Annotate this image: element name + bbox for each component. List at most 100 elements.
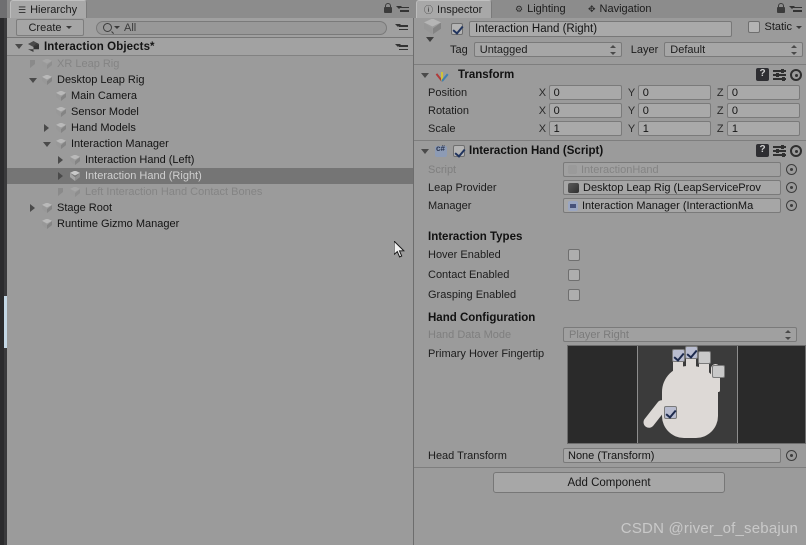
transform-y-field[interactable]: 0 (637, 85, 711, 100)
scene-context-menu-icon[interactable] (395, 42, 408, 51)
hierarchy-item[interactable]: Sensor Model (7, 104, 413, 120)
transform-x-field[interactable]: 0 (548, 85, 622, 100)
interaction-type-row: Contact Enabled (414, 266, 806, 283)
hierarchy-item[interactable]: Hand Models (7, 120, 413, 136)
head-transform-picker-icon[interactable] (786, 450, 797, 461)
gameobject-enabled-checkbox[interactable] (451, 22, 463, 35)
fingertip-checkbox-ring[interactable] (698, 351, 712, 364)
tab-lighting[interactable]: ⚙ Lighting (508, 0, 575, 18)
transform-row-label: Rotation (428, 104, 469, 117)
hierarchy-search[interactable]: All (96, 20, 387, 35)
inspector-menu-icon[interactable] (789, 4, 802, 13)
layer-dropdown[interactable]: Default (664, 42, 804, 57)
hierarchy-item-expand-arrow[interactable] (55, 156, 66, 164)
script-field-object-field[interactable]: InteractionHand (563, 162, 781, 177)
scene-root-row[interactable]: Interaction Objects* (7, 38, 413, 56)
inspector-lock-icon[interactable] (777, 3, 785, 13)
interaction-type-checkbox[interactable] (568, 268, 580, 281)
script-field-value: Interaction Manager (InteractionMa (582, 199, 754, 212)
tag-dropdown[interactable]: Untagged (473, 42, 622, 57)
head-transform-label: Head Transform (428, 449, 507, 462)
transform-y-field[interactable]: 0 (637, 103, 711, 118)
script-field-object-field[interactable]: Interaction Manager (InteractionMa (563, 198, 781, 213)
preset-icon[interactable] (773, 68, 786, 81)
interaction-type-label: Hover Enabled (428, 248, 501, 261)
gear-icon[interactable] (790, 68, 802, 81)
transform-z-field[interactable]: 1 (726, 121, 801, 136)
hierarchy-item[interactable]: Interaction Hand (Left) (7, 152, 413, 168)
gameobject-name-field[interactable]: Interaction Hand (Right) (469, 20, 732, 37)
hierarchy-item-expand-arrow[interactable] (41, 141, 52, 147)
unity-editor-window: ☰ Hierarchy Create All Interaction Objec… (0, 0, 806, 545)
interaction-type-checkbox[interactable] (568, 248, 580, 261)
csharp-script-icon (435, 144, 447, 157)
script-component-header[interactable]: Interaction Hand (Script) (414, 142, 806, 160)
hand-data-mode-dropdown[interactable]: Player Right (563, 327, 797, 342)
hierarchy-item[interactable]: Main Camera (7, 88, 413, 104)
hand-graphic-pane[interactable] (637, 346, 738, 443)
script-foldout-arrow[interactable] (421, 148, 429, 154)
hierarchy-item-expand-arrow[interactable] (55, 188, 66, 196)
gameobject-icon[interactable] (420, 17, 446, 42)
fingertip-checkbox-pinky[interactable] (712, 365, 726, 378)
hierarchy-item[interactable]: Runtime Gizmo Manager (7, 216, 413, 232)
hierarchy-item[interactable]: XR Leap Rig (7, 56, 413, 72)
scene-expand-arrow[interactable] (15, 44, 23, 49)
hierarchy-item[interactable]: Left Interaction Hand Contact Bones (7, 184, 413, 200)
hierarchy-search-menu-icon[interactable] (395, 22, 408, 31)
hierarchy-item-label: Left Interaction Hand Contact Bones (85, 186, 263, 198)
tab-navigation[interactable]: ✥ Navigation (581, 0, 661, 18)
hierarchy-item-expand-arrow[interactable] (27, 77, 38, 83)
script-field-picker-icon[interactable] (786, 200, 797, 211)
transform-x-field[interactable]: 1 (548, 121, 622, 136)
transform-x-field[interactable]: 0 (548, 103, 622, 118)
add-component-label: Add Component (567, 476, 651, 489)
head-transform-field[interactable]: None (Transform) (563, 448, 781, 463)
hierarchy-item-label: Sensor Model (71, 106, 139, 118)
hierarchy-item-expand-arrow[interactable] (55, 172, 66, 180)
script-component-title: Interaction Hand (Script) (469, 145, 604, 157)
fingertip-checkbox-thumb[interactable] (664, 406, 678, 419)
hierarchy-item-expand-arrow[interactable] (41, 124, 52, 132)
transform-component-header[interactable]: Transform (414, 66, 806, 84)
transform-icon (435, 69, 449, 82)
transform-z-field[interactable]: 0 (726, 103, 801, 118)
chevron-down-icon (65, 26, 72, 29)
transform-foldout-arrow[interactable] (421, 72, 429, 78)
static-checkbox[interactable] (748, 21, 761, 33)
lock-icon[interactable] (384, 3, 392, 13)
interaction-type-checkbox[interactable] (568, 288, 580, 301)
transform-z-field[interactable]: 0 (726, 85, 801, 100)
transform-row: Scale X 1 Y 1 Z 1 (414, 120, 806, 137)
hierarchy-item[interactable]: Interaction Hand (Right) (7, 168, 413, 184)
hierarchy-item[interactable]: Interaction Manager (7, 136, 413, 152)
hierarchy-item[interactable]: Stage Root (7, 200, 413, 216)
tab-inspector-label: Inspector (437, 4, 483, 16)
info-icon: ⓘ (424, 4, 434, 15)
hierarchy-item-expand-arrow[interactable] (27, 60, 38, 68)
script-gear-icon[interactable] (790, 144, 802, 157)
hierarchy-menu-icon[interactable] (396, 4, 409, 13)
static-dropdown-chevron-icon[interactable] (796, 25, 802, 29)
create-button[interactable]: Create (16, 19, 84, 36)
transform-y-field[interactable]: 1 (637, 121, 711, 136)
head-transform-value: None (Transform) (568, 449, 655, 462)
script-field-object-field[interactable]: Desktop Leap Rig (LeapServiceProv (563, 180, 781, 195)
add-component-button[interactable]: Add Component (493, 472, 725, 493)
fingertip-picker-widget[interactable] (567, 345, 806, 444)
hierarchy-item-expand-arrow[interactable] (27, 204, 38, 212)
primary-hover-fingertip-label: Primary Hover Fingertip (428, 348, 545, 360)
search-filter-chevron-icon[interactable] (114, 26, 120, 29)
script-enabled-checkbox[interactable] (453, 145, 465, 157)
script-help-icon[interactable] (756, 144, 769, 157)
fingertip-checkbox-index[interactable] (672, 349, 686, 362)
script-field-picker-icon[interactable] (786, 182, 797, 193)
search-input[interactable]: All (96, 20, 387, 35)
fingertip-checkbox-middle[interactable] (685, 346, 699, 359)
script-preset-icon[interactable] (773, 144, 786, 157)
tab-hierarchy[interactable]: ☰ Hierarchy (10, 0, 88, 19)
hierarchy-item[interactable]: Desktop Leap Rig (7, 72, 413, 88)
help-icon[interactable] (756, 68, 769, 81)
script-field-picker-icon[interactable] (786, 164, 797, 175)
manager-icon (568, 200, 578, 211)
